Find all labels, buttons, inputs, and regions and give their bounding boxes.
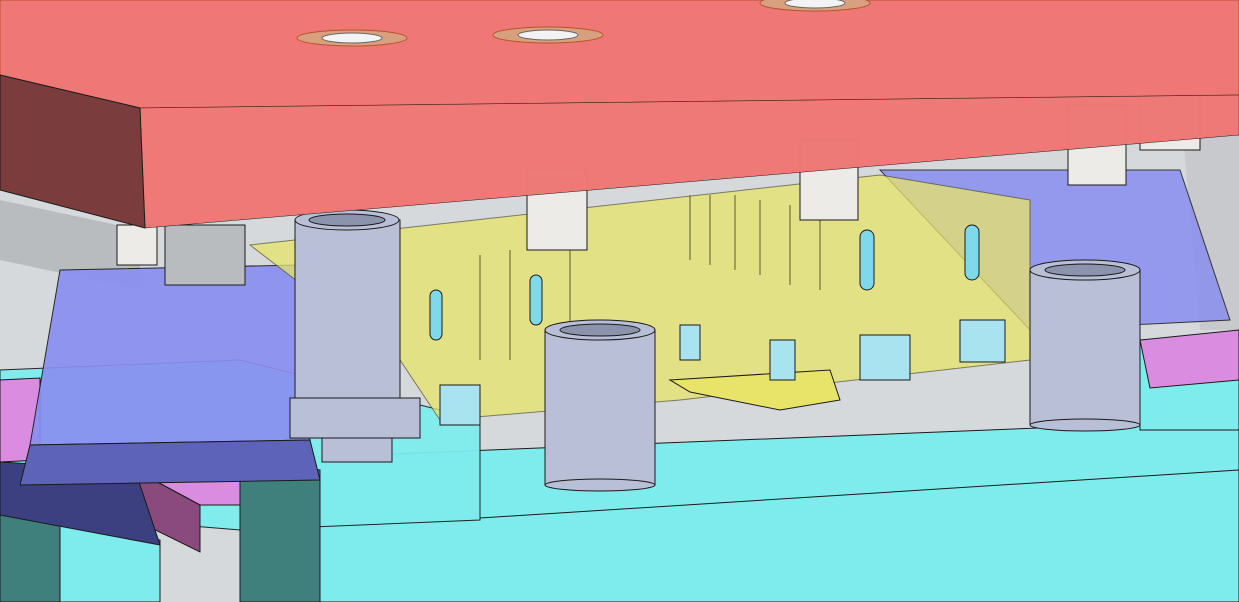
bushing-center [544, 319, 656, 492]
bushing-left [289, 209, 421, 463]
cad-viewport[interactable] [0, 0, 1239, 602]
bushing-right [1029, 259, 1141, 432]
